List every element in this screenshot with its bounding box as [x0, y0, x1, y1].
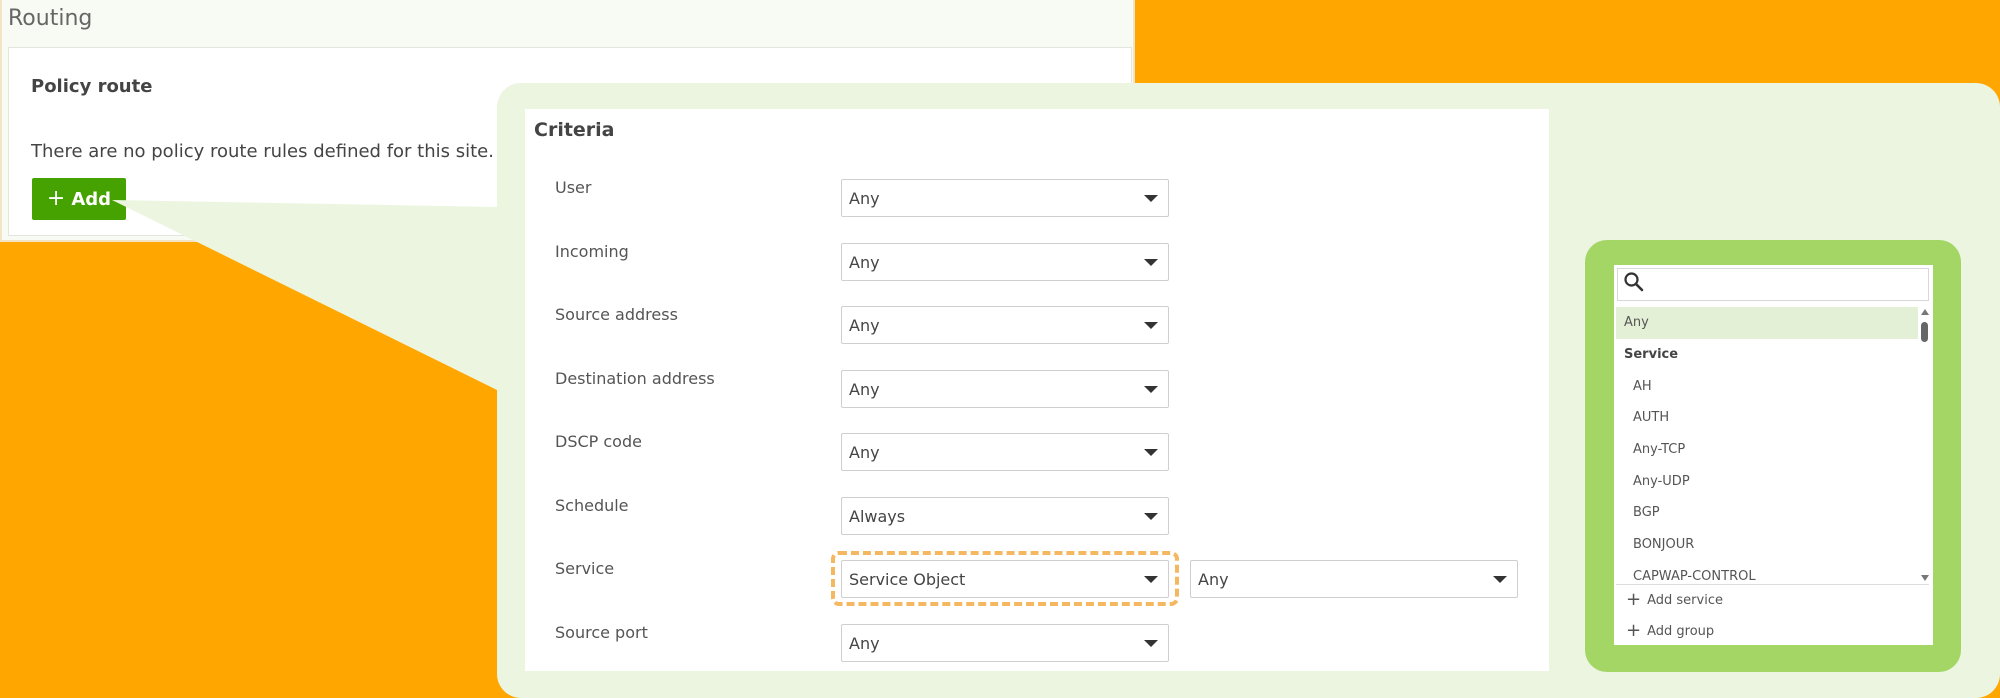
incoming-label: Incoming — [555, 242, 629, 261]
criteria-title: Criteria — [534, 119, 615, 141]
destination-address-label: Destination address — [555, 369, 715, 388]
list-item-any-tcp[interactable]: Any-TCP — [1616, 434, 1918, 466]
source-port-select[interactable]: Any — [841, 624, 1169, 662]
user-label: User — [555, 178, 592, 197]
scrollbar-thumb[interactable] — [1921, 322, 1928, 342]
incoming-select[interactable]: Any — [841, 243, 1169, 281]
list-item-auth[interactable]: AUTH — [1616, 402, 1918, 434]
criteria-form: Criteria User Any Incoming Any Source ad… — [525, 109, 1549, 671]
service-dropdown-menu: Any Service AH AUTH Any-TCP Any-UDP BGP … — [1614, 265, 1933, 645]
user-select-value: Any — [849, 188, 880, 208]
service-type-select-value: Service Object — [849, 569, 966, 589]
source-port-select-value: Any — [849, 633, 880, 653]
caret-down-icon — [1144, 385, 1158, 393]
add-service-link[interactable]: + Add service — [1626, 591, 1723, 609]
list-item-bonjour[interactable]: BONJOUR — [1616, 529, 1918, 561]
popup-divider — [1616, 584, 1929, 585]
source-address-select-value: Any — [849, 315, 880, 335]
caret-down-icon — [1493, 575, 1507, 583]
dscp-code-select-value: Any — [849, 442, 880, 462]
list-item-any-udp[interactable]: Any-UDP — [1616, 465, 1918, 497]
list-group-service: Service — [1624, 347, 1679, 363]
scroll-down-icon[interactable] — [1921, 575, 1929, 581]
source-port-label: Source port — [555, 623, 648, 642]
schedule-select-value: Always — [849, 506, 906, 526]
plus-icon: + — [1626, 620, 1642, 641]
add-group-link[interactable]: + Add group — [1626, 622, 1714, 640]
user-select[interactable]: Any — [841, 179, 1169, 217]
source-address-select[interactable]: Any — [841, 306, 1169, 344]
incoming-select-value: Any — [849, 252, 880, 272]
service-object-select-value: Any — [1198, 569, 1229, 589]
caret-down-icon — [1144, 575, 1158, 583]
dscp-code-select[interactable]: Any — [841, 433, 1169, 471]
service-label: Service — [555, 559, 615, 578]
source-address-label: Source address — [555, 305, 678, 324]
schedule-select[interactable]: Always — [841, 497, 1169, 535]
list-item-capwap-control[interactable]: CAPWAP-CONTROL — [1616, 561, 1918, 583]
search-input[interactable] — [1617, 268, 1929, 301]
destination-address-select-value: Any — [849, 379, 880, 399]
caret-down-icon — [1144, 194, 1158, 202]
service-object-select[interactable]: Any — [1190, 560, 1518, 598]
service-option-list: Any Service AH AUTH Any-TCP Any-UDP BGP … — [1616, 307, 1918, 583]
destination-address-select[interactable]: Any — [841, 370, 1169, 408]
scroll-up-icon[interactable] — [1921, 309, 1929, 315]
list-item-any[interactable]: Any — [1616, 307, 1918, 339]
search-icon — [1624, 272, 1644, 292]
add-callout-wedge — [112, 200, 497, 390]
caret-down-icon — [1144, 321, 1158, 329]
service-type-select[interactable]: Service Object — [841, 560, 1169, 598]
caret-down-icon — [1144, 639, 1158, 647]
plus-icon: + — [1626, 589, 1642, 610]
list-item-ah[interactable]: AH — [1616, 370, 1918, 402]
caret-down-icon — [1144, 258, 1158, 266]
list-scrollbar[interactable] — [1919, 307, 1931, 583]
caret-down-icon — [1144, 448, 1158, 456]
dscp-code-label: DSCP code — [555, 432, 642, 451]
add-group-label: Add group — [1647, 623, 1715, 639]
list-item-bgp[interactable]: BGP — [1616, 497, 1918, 529]
schedule-label: Schedule — [555, 496, 629, 515]
caret-down-icon — [1144, 512, 1158, 520]
add-service-label: Add service — [1647, 592, 1723, 608]
